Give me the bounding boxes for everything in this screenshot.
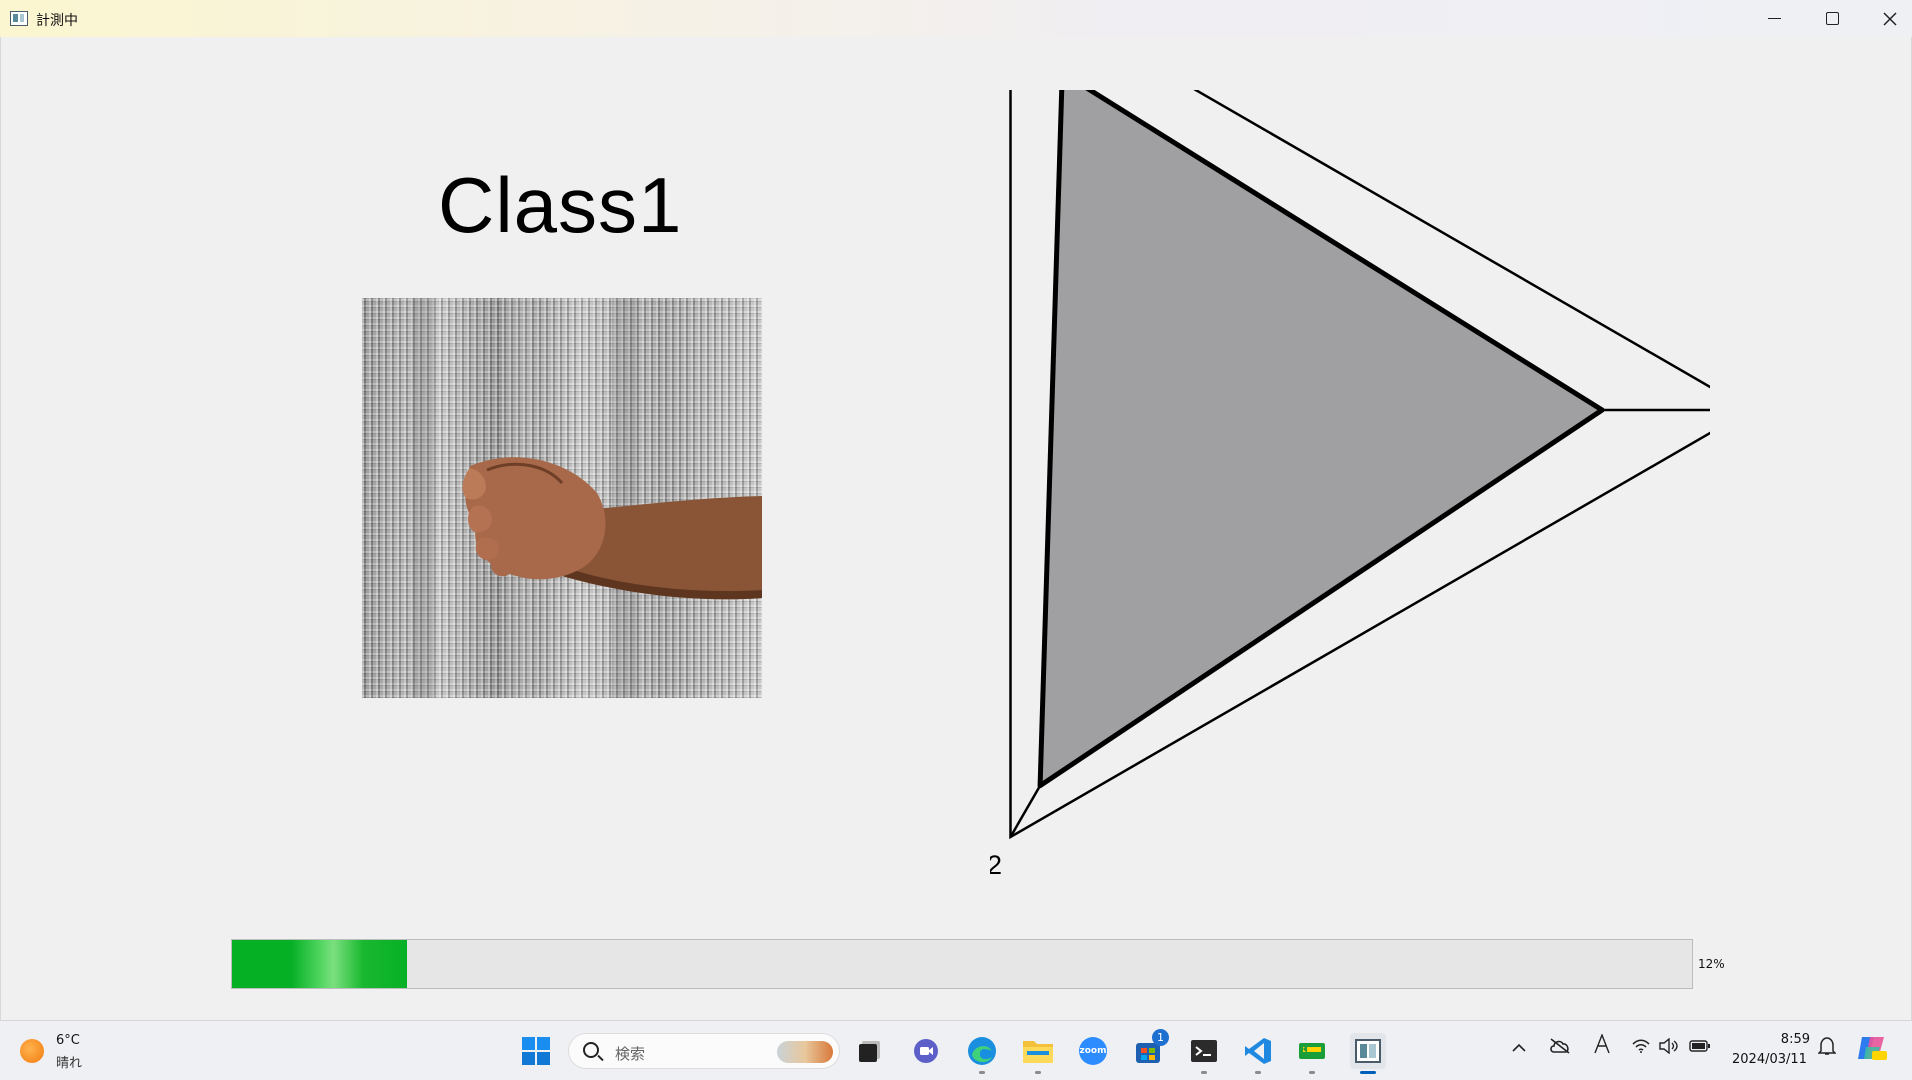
taskbar: 6°C 晴れ 検索 zoom 1 8:59 2024/03/11 <box>0 1020 1912 1080</box>
weather-temp: 6°C <box>56 1033 80 1048</box>
clock-date: 2024/03/11 <box>1732 1052 1807 1067</box>
terminal-button[interactable] <box>1186 1033 1222 1074</box>
radar-series-polygon <box>1037 90 1605 789</box>
file-explorer-button[interactable] <box>1020 1033 1056 1074</box>
close-button[interactable] <box>1861 0 1912 37</box>
running-indicator <box>1309 1071 1315 1074</box>
running-indicator <box>1255 1071 1261 1074</box>
edge-icon <box>968 1037 996 1065</box>
start-button[interactable] <box>518 1033 554 1069</box>
minimize-button[interactable] <box>1745 0 1803 37</box>
running-indicator <box>1201 1071 1207 1074</box>
terminal-icon <box>1191 1040 1217 1062</box>
network-button[interactable] <box>1632 1038 1650 1058</box>
battery-icon <box>1689 1040 1710 1052</box>
search-input[interactable]: 検索 <box>568 1033 840 1069</box>
radar-chart: 123 <box>990 90 1710 880</box>
task-view-button[interactable] <box>852 1033 888 1069</box>
edge-browser-button[interactable] <box>964 1033 1000 1074</box>
close-icon <box>1883 11 1897 26</box>
weather-desc: 晴れ <box>56 1056 83 1071</box>
measurement-app-icon <box>1355 1039 1381 1063</box>
task-view-icon <box>859 1041 880 1062</box>
app-button-green[interactable] <box>1294 1033 1330 1074</box>
copilot-icon <box>1858 1037 1887 1060</box>
vscode-button[interactable] <box>1240 1033 1276 1074</box>
speaker-icon <box>1659 1037 1678 1055</box>
ime-icon <box>1594 1033 1610 1054</box>
teams-chat-button[interactable] <box>908 1033 944 1069</box>
bell-icon <box>1817 1037 1837 1055</box>
progress-bar <box>231 939 1693 989</box>
windows-icon <box>522 1037 550 1065</box>
cloud-off-icon <box>1550 1038 1570 1054</box>
class-label: Class1 <box>438 161 683 249</box>
battery-button[interactable] <box>1689 1038 1711 1058</box>
progress-fill <box>232 940 408 988</box>
maximize-icon <box>1825 12 1839 25</box>
notification-badge: 1 <box>1152 1029 1169 1046</box>
vscode-icon <box>1245 1038 1271 1064</box>
wifi-icon <box>1632 1039 1650 1053</box>
onedrive-button[interactable] <box>1549 1038 1571 1059</box>
app-icon <box>10 11 28 26</box>
folder-icon <box>1023 1041 1053 1063</box>
window-titlebar[interactable]: 計測中 <box>0 0 1912 37</box>
search-placeholder: 検索 <box>615 1045 646 1063</box>
chevron-up-icon <box>1512 1043 1526 1052</box>
running-indicator <box>1360 1071 1376 1074</box>
measurement-app-button[interactable] <box>1350 1033 1386 1074</box>
tray-overflow-button[interactable] <box>1512 1038 1526 1058</box>
ime-indicator[interactable] <box>1594 1033 1610 1059</box>
clock-time: 8:59 <box>1780 1032 1810 1047</box>
maximize-button[interactable] <box>1803 0 1861 37</box>
chat-icon <box>914 1039 938 1063</box>
green-app-icon <box>1299 1043 1325 1059</box>
store-button[interactable]: 1 <box>1130 1029 1169 1069</box>
volume-button[interactable] <box>1659 1037 1679 1059</box>
progress-percent: 12% <box>1698 957 1725 971</box>
notification-button[interactable] <box>1817 1036 1837 1061</box>
zoom-label: zoom <box>1079 1046 1107 1056</box>
minimize-icon <box>1767 17 1781 20</box>
radar-axis-label-2: 2 <box>990 850 1002 880</box>
zoom-button[interactable]: zoom <box>1075 1033 1111 1069</box>
sun-icon <box>20 1039 44 1063</box>
camera-photo <box>362 298 762 698</box>
search-highlight-icon <box>777 1041 833 1063</box>
search-icon <box>583 1042 599 1058</box>
running-indicator <box>1035 1071 1041 1074</box>
copilot-button[interactable] <box>1856 1033 1888 1068</box>
window-title: 計測中 <box>36 13 78 29</box>
running-indicator <box>979 1071 985 1074</box>
